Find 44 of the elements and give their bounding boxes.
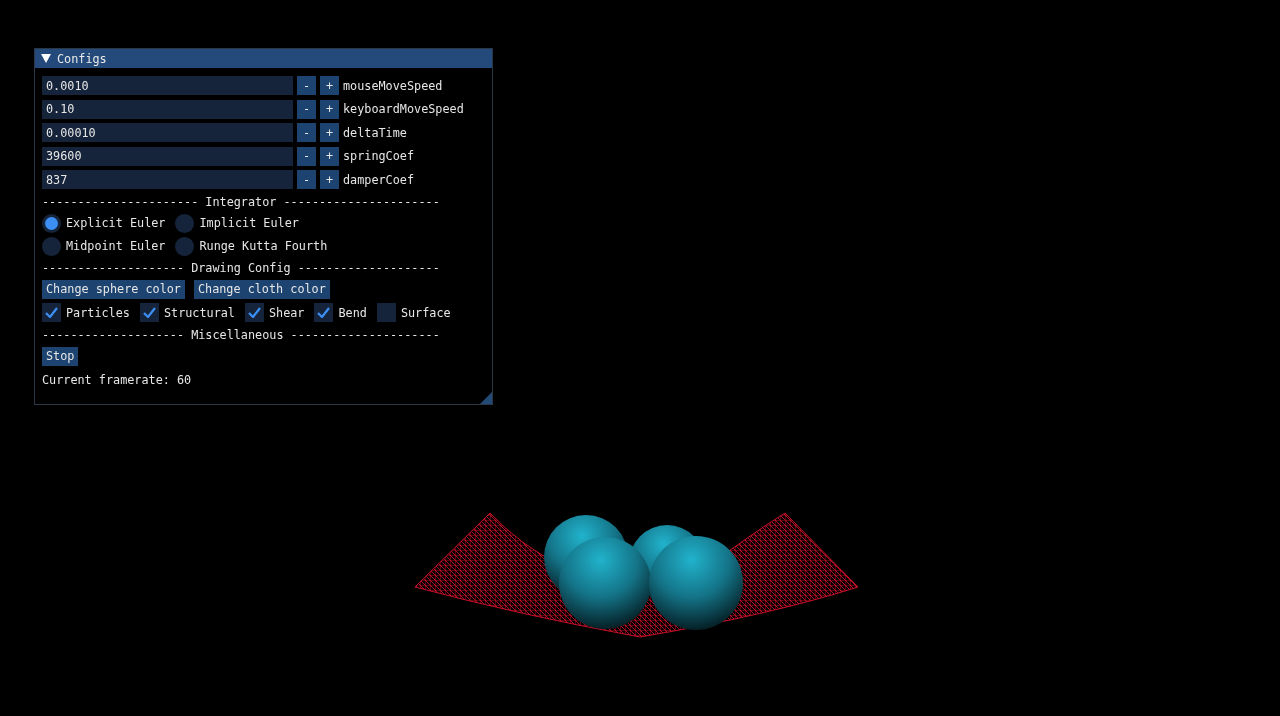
increment-button[interactable]: + — [320, 76, 339, 96]
radio-option[interactable]: Explicit Euler — [42, 213, 166, 233]
increment-button[interactable]: + — [320, 99, 339, 119]
checkbox-option[interactable]: Particles — [42, 303, 130, 323]
radio-option[interactable]: Midpoint Euler — [42, 236, 166, 256]
color-button[interactable]: Change cloth color — [193, 279, 330, 299]
color-button[interactable]: Change sphere color — [42, 279, 185, 299]
radio-option[interactable]: Runge Kutta Fourth — [175, 236, 328, 256]
field-label: mouseMoveSpeed — [343, 78, 443, 93]
resize-grip-icon[interactable] — [480, 392, 492, 404]
checkmark-icon — [317, 307, 331, 319]
increment-button[interactable]: + — [320, 146, 339, 166]
checkbox-option[interactable]: Shear — [244, 303, 305, 323]
radio-option[interactable]: Implicit Euler — [175, 213, 328, 233]
field-label: deltaTime — [343, 125, 407, 140]
field-label: springCoef — [343, 149, 415, 164]
number-input-field[interactable]: 0.00010 — [42, 123, 293, 143]
section-separator: ---------------------- Integrator ---------------------- — [42, 193, 441, 210]
window-title-bar[interactable]: Configs — [35, 49, 492, 68]
checkbox-option[interactable]: Bend — [314, 303, 367, 323]
checkbox-option[interactable]: Surface — [376, 303, 451, 323]
decrement-button[interactable]: - — [297, 146, 316, 166]
number-input-field[interactable]: 39600 — [42, 146, 293, 166]
number-input-field[interactable]: 0.10 — [42, 99, 293, 119]
section-separator: -------------------- Miscellaneous --------------------- — [42, 326, 441, 343]
field-label: keyboardMoveSpeed — [343, 102, 464, 117]
caret-down-icon[interactable] — [41, 54, 51, 63]
checkmark-icon — [142, 307, 156, 319]
framerate-text: Current framerate: 60 — [42, 372, 192, 387]
checkbox-option[interactable]: Structural — [139, 303, 235, 323]
increment-button[interactable]: + — [320, 123, 339, 143]
decrement-button[interactable]: - — [297, 99, 316, 119]
number-input-field[interactable]: 837 — [42, 170, 293, 190]
field-label: damperCoef — [343, 172, 415, 187]
section-separator: -------------------- Drawing Config -------------------- — [42, 259, 441, 276]
decrement-button[interactable]: - — [297, 123, 316, 143]
number-input-field[interactable]: 0.0010 — [42, 76, 293, 96]
checkmark-icon — [247, 307, 261, 319]
stop-button[interactable]: Stop — [42, 346, 79, 366]
window-title: Configs — [57, 51, 107, 66]
decrement-button[interactable]: - — [297, 170, 316, 190]
decrement-button[interactable]: - — [297, 76, 316, 96]
checkmark-icon — [45, 307, 58, 319]
increment-button[interactable]: + — [320, 170, 339, 190]
